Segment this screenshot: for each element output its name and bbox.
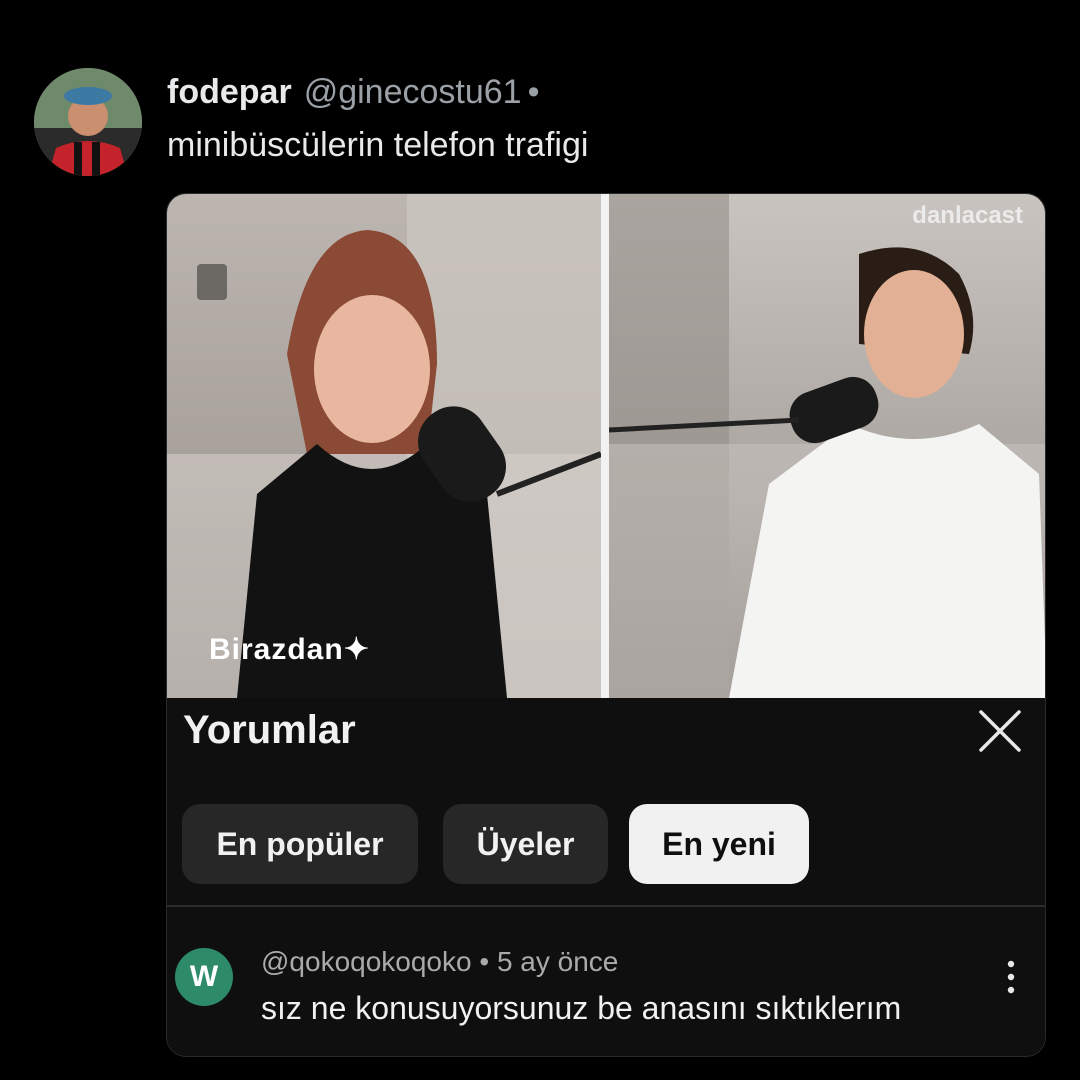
separator-dot: • xyxy=(527,72,540,111)
filter-chip-members[interactable]: Üyeler xyxy=(443,804,608,884)
video-frame-right: danlacast xyxy=(609,194,1045,698)
tweet-text: minibüscülerin telefon trafigi xyxy=(167,126,589,164)
filter-chip-popular[interactable]: En popüler xyxy=(182,804,418,884)
sheet-divider xyxy=(167,905,1045,907)
comments-title: Yorumlar xyxy=(183,708,356,752)
comment-text: sız ne konusuyorsunuz be anasını sıktıkl… xyxy=(261,990,902,1026)
tweet-author-row: fodepar @ginecostu61 • xyxy=(167,72,539,112)
overlay-caption: Birazdan✦ xyxy=(209,633,370,666)
comment-time: 5 ay önce xyxy=(496,946,619,977)
tweet-media-image[interactable]: danlacast Birazdan✦ Yorumlar En popüler … xyxy=(166,193,1046,1057)
user-avatar[interactable] xyxy=(34,68,142,176)
comment-meta-dot: • xyxy=(479,946,490,977)
more-options-icon[interactable] xyxy=(1005,960,1017,994)
comments-sheet: Yorumlar En popüler Üyeler En yeni W @qo… xyxy=(167,698,1045,1056)
comment-author[interactable]: @qokoqokoqoko xyxy=(261,946,472,977)
comment-meta: @qokoqokoqoko • 5 ay önce xyxy=(261,946,618,978)
split-divider xyxy=(601,194,609,698)
user-handle[interactable]: @ginecostu61 xyxy=(304,73,522,112)
close-icon[interactable] xyxy=(975,706,1025,756)
video-frame-left xyxy=(167,194,601,698)
podcast-logo-watermark: danlacast xyxy=(912,202,1023,229)
display-name[interactable]: fodepar xyxy=(167,73,292,112)
filter-chip-newest[interactable]: En yeni xyxy=(629,804,809,884)
commenter-avatar[interactable]: W xyxy=(175,948,233,1006)
